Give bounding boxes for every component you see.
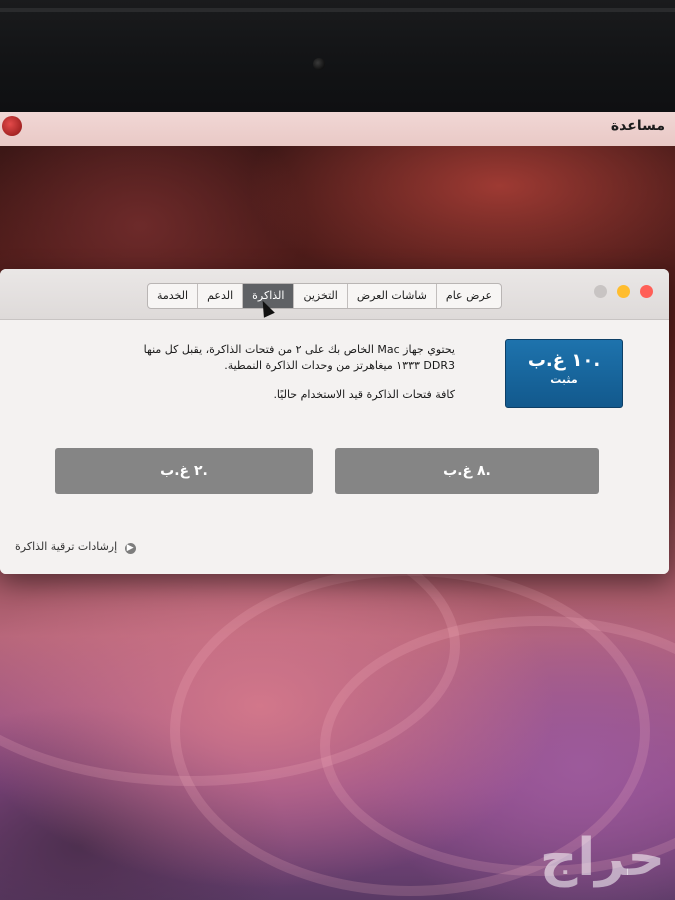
upgrade-link-label: إرشادات ترقية الذاكرة: [15, 540, 118, 553]
memory-total: ١٠ غ.ب.: [527, 350, 601, 371]
zoom-button[interactable]: [594, 285, 607, 298]
upgrade-instructions-link[interactable]: ▶ إرشادات ترقية الذاكرة: [15, 540, 136, 554]
description-line: DDR3 ١٣٣٣ ميغاهرتز من وحدات الذاكرة النم…: [224, 359, 455, 372]
memory-status: مثبت: [550, 373, 578, 386]
tab-service[interactable]: الخدمة: [148, 284, 197, 308]
tab-support[interactable]: الدعم: [197, 284, 242, 308]
menu-help[interactable]: مساعدة: [611, 118, 665, 134]
monitor-bezel: [0, 0, 675, 112]
description-line: يحتوي جهاز Mac الخاص بك على ٢ من فتحات ا…: [143, 343, 455, 356]
memory-slot-8gb: ٨ غ.ب.: [335, 448, 599, 494]
app-logo-icon[interactable]: [2, 116, 22, 136]
tab-overview[interactable]: عرض عام: [435, 284, 501, 308]
bezel-edge: [0, 8, 675, 12]
tab-storage[interactable]: التخزين: [293, 284, 346, 308]
camera-icon: [313, 58, 325, 70]
close-button[interactable]: [640, 285, 653, 298]
memory-total-box: ١٠ غ.ب. مثبت: [505, 339, 623, 408]
about-this-mac-window: الخدمة الدعم الذاكرة التخزين شاشات العرض…: [0, 269, 669, 574]
arrow-right-icon: ▶: [124, 543, 136, 554]
slots-status: كافة فتحات الذاكرة قيد الاستخدام حاليًا.: [273, 388, 455, 401]
window-titlebar: الخدمة الدعم الذاكرة التخزين شاشات العرض…: [0, 269, 669, 320]
window-body: ١٠ غ.ب. مثبت يحتوي جهاز Mac الخاص بك على…: [0, 320, 669, 574]
minimize-button[interactable]: [617, 285, 630, 298]
tab-bar: الخدمة الدعم الذاكرة التخزين شاشات العرض…: [147, 283, 503, 309]
watermark: حراج: [539, 828, 665, 888]
tab-displays[interactable]: شاشات العرض: [346, 284, 436, 308]
menu-bar: مساعدة: [0, 112, 675, 147]
memory-slot-2gb: ٢ غ.ب.: [55, 448, 313, 494]
memory-description: يحتوي جهاز Mac الخاص بك على ٢ من فتحات ا…: [135, 342, 455, 403]
